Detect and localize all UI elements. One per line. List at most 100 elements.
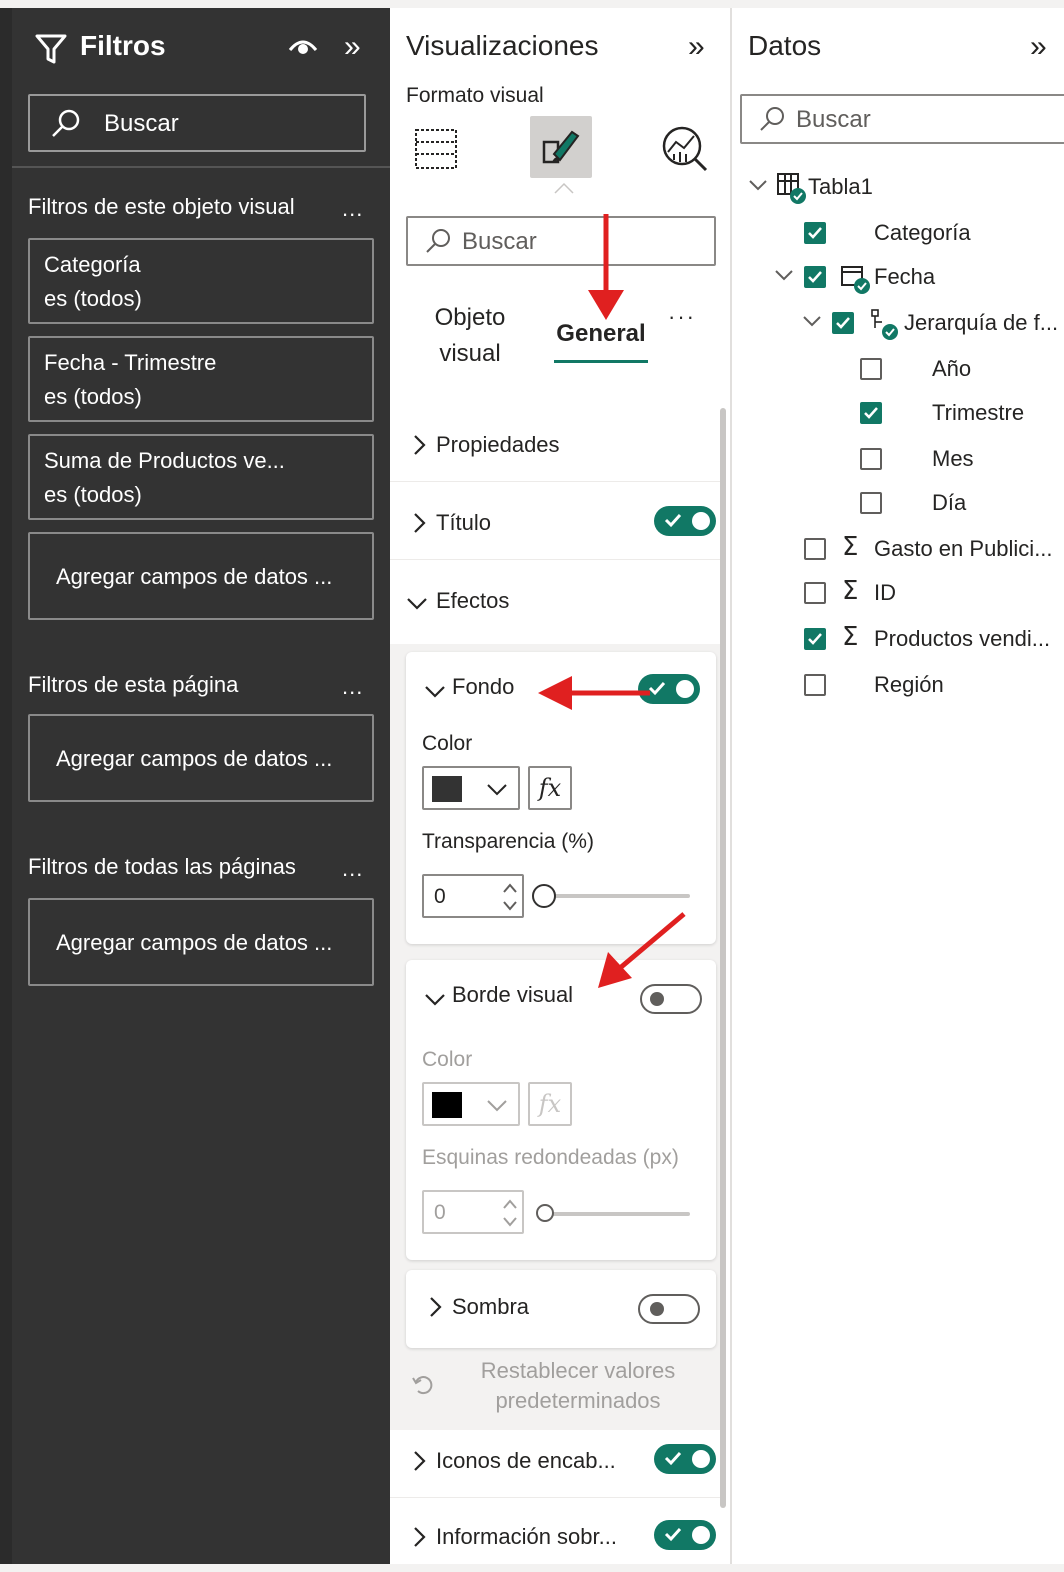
more-tabs-button[interactable]: ··· bbox=[668, 304, 696, 330]
tooltip-section-header[interactable]: Información sobr... bbox=[390, 1500, 720, 1564]
collapse-data-icon[interactable]: » bbox=[1030, 32, 1047, 62]
toggle-knob bbox=[650, 992, 664, 1006]
visualizations-search-input[interactable]: Buscar bbox=[406, 216, 716, 266]
tooltip-label: Información sobr... bbox=[436, 1524, 617, 1549]
rounded-corners-input[interactable]: 0 bbox=[422, 1190, 524, 1234]
paint-brush-icon bbox=[542, 130, 580, 164]
add-page-filter-field-drop[interactable]: Agregar campos de datos ... bbox=[28, 714, 374, 802]
field-checkbox[interactable] bbox=[804, 582, 826, 604]
build-visual-icon[interactable] bbox=[412, 126, 460, 172]
tree-field-date-hierarchy[interactable]: Jerarquía de f... bbox=[732, 302, 1064, 342]
rounded-corners-slider-track[interactable] bbox=[544, 1212, 690, 1216]
shadow-card[interactable]: Sombra bbox=[406, 1270, 716, 1348]
title-section-header[interactable]: Título bbox=[390, 484, 720, 560]
tree-label: Región bbox=[874, 672, 944, 697]
field-checkbox[interactable] bbox=[860, 448, 882, 470]
header-icons-toggle[interactable] bbox=[654, 1444, 716, 1474]
collapse-filters-icon[interactable]: » bbox=[344, 32, 361, 62]
spinner-icon[interactable] bbox=[500, 880, 520, 914]
tooltip-toggle[interactable] bbox=[654, 1520, 716, 1550]
background-label[interactable]: Fondo bbox=[452, 674, 514, 700]
analytics-icon[interactable] bbox=[660, 124, 710, 174]
transparency-slider-thumb[interactable] bbox=[532, 884, 556, 908]
tab-visual-line2: visual bbox=[439, 340, 501, 367]
visual-border-label[interactable]: Borde visual bbox=[452, 982, 573, 1008]
shadow-toggle[interactable] bbox=[638, 1294, 700, 1324]
border-color-picker[interactable] bbox=[422, 1082, 520, 1126]
field-checkbox[interactable] bbox=[860, 492, 882, 514]
visual-border-toggle[interactable] bbox=[640, 984, 702, 1014]
tree-field-ad-spend[interactable]: Σ Gasto en Publici... bbox=[732, 528, 1064, 568]
rounded-corners-value: 0 bbox=[434, 1201, 446, 1224]
tree-field-year[interactable]: Año bbox=[732, 348, 1064, 388]
tree-field-region[interactable]: Región bbox=[732, 664, 1064, 704]
chevron-down-icon[interactable] bbox=[774, 268, 794, 282]
toggle-knob bbox=[692, 512, 710, 530]
format-visual-tab[interactable] bbox=[530, 116, 592, 178]
filter-card-products-sum[interactable]: Suma de Productos ve... es (todos) bbox=[28, 434, 374, 520]
field-checkbox[interactable] bbox=[804, 628, 826, 650]
hierarchy-icon bbox=[871, 309, 898, 340]
tree-label: Fecha bbox=[874, 264, 936, 289]
background-fx-button[interactable]: fx bbox=[528, 766, 572, 810]
background-color-picker[interactable] bbox=[422, 766, 520, 810]
field-checkbox[interactable] bbox=[804, 674, 826, 696]
visual-border-card: Borde visual Color fx Esquinas redondead… bbox=[406, 960, 716, 1260]
reset-defaults-button[interactable]: Restablecer valores predeterminados bbox=[390, 1352, 720, 1422]
tree-field-day[interactable]: Día bbox=[732, 482, 1064, 522]
page-filters-more-button[interactable]: ... bbox=[342, 674, 363, 700]
header-icons-section-header[interactable]: Iconos de encab... bbox=[390, 1422, 720, 1498]
reset-label-line2: predeterminados bbox=[495, 1388, 661, 1413]
field-checkbox[interactable] bbox=[804, 538, 826, 560]
spinner-icon[interactable] bbox=[500, 1196, 520, 1230]
all-pages-filters-more-button[interactable]: ... bbox=[342, 856, 363, 882]
effects-section-header[interactable]: Efectos bbox=[390, 562, 720, 642]
field-checkbox[interactable] bbox=[832, 312, 854, 334]
transparency-slider-track[interactable] bbox=[540, 894, 690, 898]
tree-field-products-sold[interactable]: Σ Productos vendi... bbox=[732, 618, 1064, 658]
chevron-down-icon[interactable] bbox=[424, 992, 446, 1006]
collapse-visualizations-icon[interactable]: » bbox=[688, 32, 705, 62]
checkmark-icon bbox=[664, 1451, 682, 1466]
field-checkbox[interactable] bbox=[804, 222, 826, 244]
properties-section-header[interactable]: Propiedades bbox=[390, 406, 720, 482]
filters-pane: Filtros » Buscar Filtros de este objeto … bbox=[0, 8, 390, 1564]
chevron-right-icon bbox=[414, 513, 426, 533]
format-pane-scrollbar[interactable] bbox=[720, 408, 726, 1508]
border-color-swatch bbox=[432, 1092, 462, 1118]
visualizations-title: Visualizaciones bbox=[406, 30, 599, 61]
tree-field-fecha[interactable]: Fecha bbox=[732, 256, 1064, 296]
tree-field-categoria[interactable]: Categoría bbox=[732, 212, 1064, 252]
visual-filters-more-button[interactable]: ... bbox=[342, 196, 363, 222]
tree-label: Gasto en Publici... bbox=[874, 536, 1053, 561]
filter-card-category[interactable]: Categoría es (todos) bbox=[28, 238, 374, 324]
transparency-input[interactable]: 0 bbox=[422, 874, 524, 918]
checkmark-icon bbox=[648, 681, 666, 696]
chevron-down-icon[interactable] bbox=[748, 178, 768, 192]
tree-label: Jerarquía de f... bbox=[904, 310, 1059, 335]
tree-table-tabla1[interactable]: Tabla1 bbox=[732, 166, 1064, 206]
tree-field-quarter[interactable]: Trimestre bbox=[732, 392, 1064, 432]
tab-general[interactable]: General bbox=[550, 320, 652, 348]
tab-visual[interactable]: Objeto visual bbox=[420, 300, 520, 372]
filters-search-input[interactable]: Buscar bbox=[28, 94, 366, 152]
shadow-label: Sombra bbox=[452, 1294, 530, 1319]
title-toggle[interactable] bbox=[654, 506, 716, 536]
filters-pane-edge bbox=[0, 8, 12, 1564]
rounded-corners-slider-thumb[interactable] bbox=[536, 1204, 554, 1222]
filter-card-date-quarter[interactable]: Fecha - Trimestre es (todos) bbox=[28, 336, 374, 422]
border-fx-button[interactable]: fx bbox=[528, 1082, 572, 1126]
background-toggle[interactable] bbox=[638, 674, 700, 704]
field-checkbox[interactable] bbox=[860, 402, 882, 424]
field-checkbox[interactable] bbox=[860, 358, 882, 380]
data-search-input[interactable]: Buscar bbox=[740, 94, 1064, 144]
filter-card-state: es (todos) bbox=[44, 482, 142, 507]
add-visual-filter-field-drop[interactable]: Agregar campos de datos ... bbox=[28, 532, 374, 620]
tree-field-id[interactable]: Σ ID bbox=[732, 572, 1064, 612]
tree-field-month[interactable]: Mes bbox=[732, 438, 1064, 478]
field-checkbox[interactable] bbox=[804, 266, 826, 288]
chevron-down-icon[interactable] bbox=[424, 684, 446, 698]
chevron-down-icon[interactable] bbox=[802, 314, 822, 328]
add-all-pages-filter-field-drop[interactable]: Agregar campos de datos ... bbox=[28, 898, 374, 986]
eye-icon[interactable] bbox=[288, 36, 318, 58]
